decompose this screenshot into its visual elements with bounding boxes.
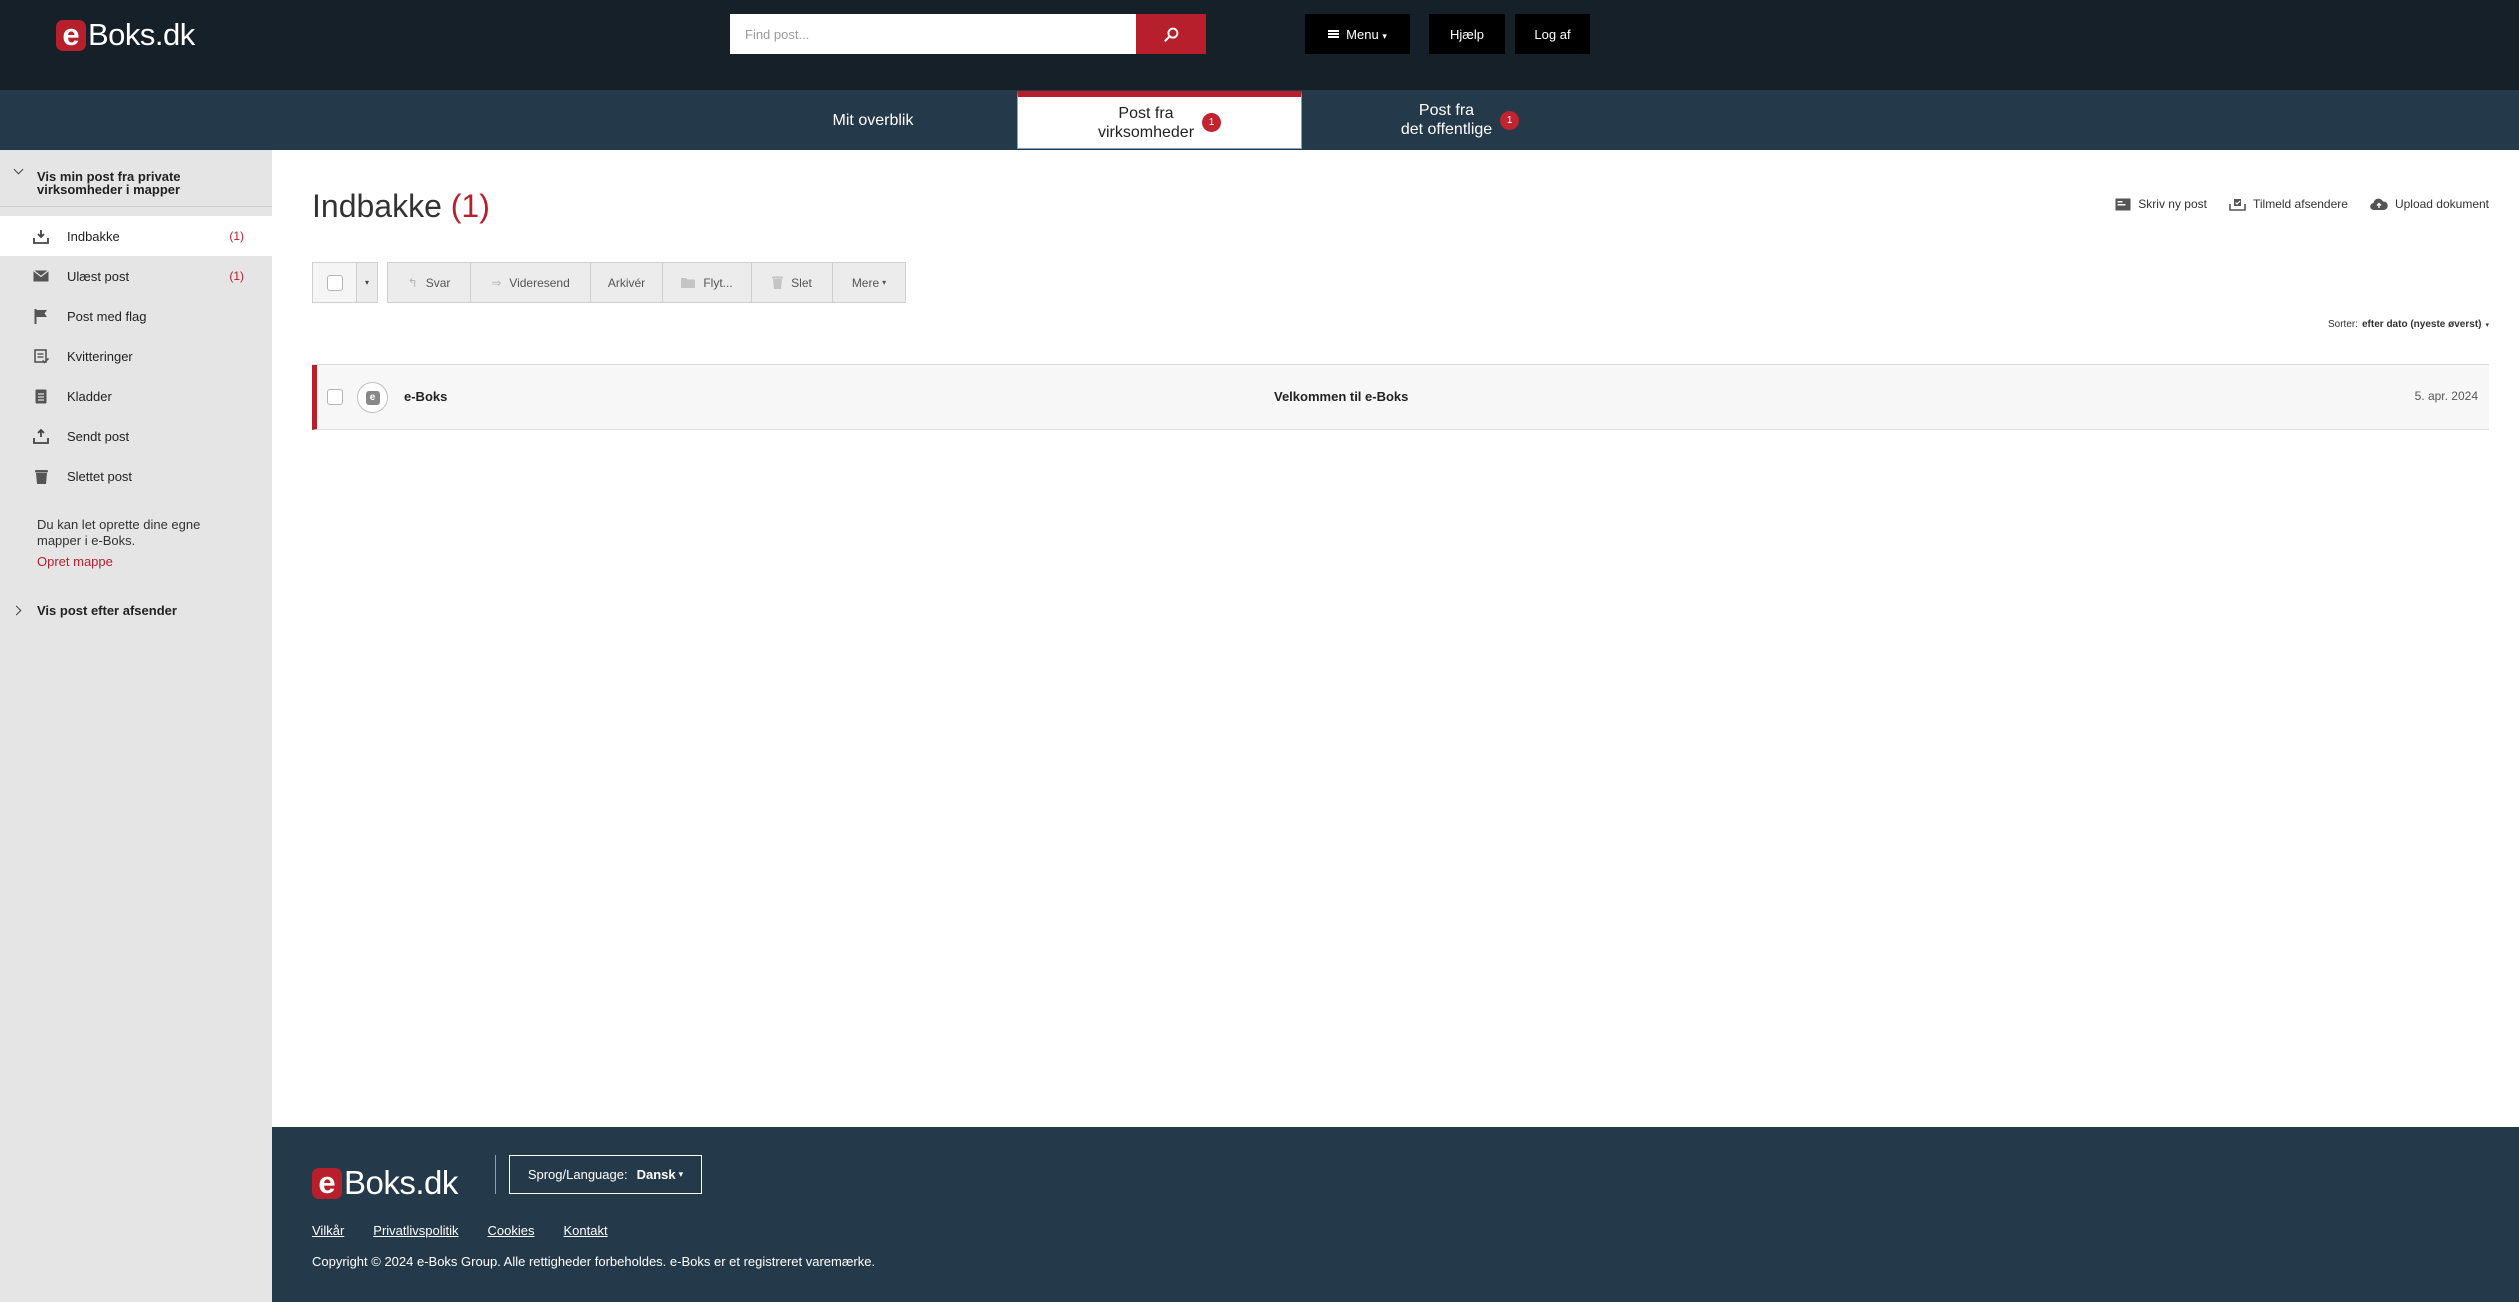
reply-button[interactable]: ↰ Svar [388, 263, 471, 302]
page-actions: Skriv ny post Tilmeld afsendere Upload d… [2115, 197, 2489, 211]
tab-post-fra-virksomheder[interactable]: Post fra virksomheder 1 [1017, 91, 1302, 149]
main-tabs: Mit overblik Post fra virksomheder 1 Post… [0, 90, 2519, 150]
eboks-logo[interactable]: e Boks.dk [56, 17, 195, 53]
sidebar-item-label: Post med flag [67, 308, 147, 324]
sender-avatar: e [357, 382, 388, 413]
subscribe-senders-button[interactable]: Tilmeld afsendere [2229, 197, 2348, 211]
select-options-dropdown[interactable]: ▾ [357, 263, 377, 302]
sidebar-item-count: (1) [229, 269, 244, 283]
flag-icon [32, 308, 50, 324]
search-input[interactable] [730, 14, 1136, 54]
sidebar-item-count: (1) [229, 229, 244, 243]
folder-note: Du kan let oprette dine egne mapper i e-… [37, 517, 201, 548]
trash-icon [772, 276, 784, 289]
sidebar-item-label: Indbakke [67, 228, 120, 244]
delete-button[interactable]: Slet [752, 263, 833, 302]
language-selector[interactable]: Sprog/Language: Dansk ▾ [509, 1155, 702, 1194]
message-checkbox[interactable] [327, 389, 343, 405]
help-button[interactable]: Hjælp [1429, 14, 1505, 54]
chevron-right-icon [11, 605, 22, 616]
tab-post-fra-det-offentlige[interactable]: Post fra det offentlige 1 [1380, 90, 1540, 150]
message-subject: Velkommen til e-Boks [1274, 389, 1409, 404]
logo-text: Boks.dk [88, 17, 195, 52]
sidebar-item-indbakke[interactable]: Indbakke (1) [0, 216, 272, 256]
search-icon [1163, 27, 1178, 42]
chevron-down-icon [13, 164, 24, 175]
footer-eboks-logo: e Boks.dk [312, 1164, 458, 1202]
message-row[interactable]: e e-Boks Velkommen til e-Boks 5. apr. 20… [312, 365, 2489, 430]
footer-link-vilkaar[interactable]: Vilkår [312, 1223, 344, 1238]
sidebar: Vis min post fra private virksomheder i … [0, 150, 272, 1302]
message-toolbar: ↰ Svar ⇒ Videresend Arkivér Flyt... Slet M… [387, 262, 906, 303]
search-button[interactable] [1136, 14, 1206, 54]
tab-mit-overblik[interactable]: Mit overblik [797, 90, 949, 150]
hamburger-icon [1328, 30, 1340, 38]
sidebar-item-label: Ulæst post [67, 268, 130, 284]
sidebar-item-label: Kvitteringer [67, 348, 133, 364]
select-all-checkbox[interactable] [326, 274, 343, 291]
sidebar-section-toggle[interactable]: Vis min post fra private virksomheder i … [0, 150, 272, 207]
menu-label: Menu ▾ [1346, 26, 1387, 42]
sidebar-item-kladder[interactable]: Kladder [0, 376, 272, 416]
menu-button[interactable]: Menu ▾ [1305, 14, 1410, 54]
create-folder-link[interactable]: Opret mappe [37, 554, 113, 569]
move-button[interactable]: Flyt... [663, 263, 752, 302]
page-title: Indbakke (1) [312, 188, 490, 224]
footer-link-cookies[interactable]: Cookies [488, 1223, 535, 1238]
sidebar-item-label: Kladder [67, 388, 112, 404]
footer-link-kontakt[interactable]: Kontakt [564, 1223, 608, 1238]
reply-icon: ↰ [407, 275, 418, 290]
compose-button[interactable]: Skriv ny post [2115, 197, 2207, 211]
sidebar-item-label: Slettet post [67, 468, 133, 484]
forward-arrow-icon: ⇒ [491, 275, 502, 290]
copyright-text: Copyright © 2024 e-Boks Group. Alle rett… [312, 1254, 876, 1269]
eboks-sender-icon: e [365, 390, 380, 405]
tab-label: Post fra virksomheder [1097, 104, 1195, 141]
footer: e Boks.dk Sprog/Language: Dansk ▾ Vilkår P… [272, 1127, 2519, 1302]
message-date: 5. apr. 2024 [2414, 389, 2478, 403]
logout-button[interactable]: Log af [1515, 14, 1590, 54]
sidebar-item-kvitteringer[interactable]: Kvitteringer [0, 336, 272, 376]
upload-document-button[interactable]: Upload dokument [2370, 197, 2489, 211]
footer-link-privatlivspolitik[interactable]: Privatlivspolitik [373, 1223, 458, 1238]
inbox-download-icon [32, 228, 50, 244]
logo-e-mark: e [312, 1165, 342, 1200]
top-header: e Boks.dk Menu ▾ Hjælp Log af [0, 0, 2519, 90]
message-sender: e-Boks [404, 389, 448, 404]
sidebar-section-title: Vis min post fra private virksomheder i … [37, 169, 181, 197]
footer-separator [495, 1155, 496, 1194]
unread-badge: 1 [1202, 113, 1222, 132]
sidebar-item-label: Sendt post [67, 428, 130, 444]
compose-icon [2115, 198, 2131, 210]
sidebar-item-post-med-flag[interactable]: Post med flag [0, 296, 272, 336]
subscribe-icon [2229, 198, 2246, 211]
folder-icon [681, 278, 696, 288]
sidebar-by-sender-toggle[interactable]: Vis post efter afsender [37, 603, 177, 618]
outbox-upload-icon [32, 428, 50, 444]
tab-label: Post fra det offentlige [1400, 102, 1493, 138]
draft-icon [32, 388, 50, 404]
tab-label: Mit overblik [832, 111, 914, 129]
receipt-icon [32, 348, 50, 364]
forward-button[interactable]: ⇒ Videresend [471, 263, 591, 302]
page-title-count: (1) [450, 188, 490, 224]
logo-text: Boks.dk [344, 1164, 458, 1201]
unread-badge: 1 [1500, 110, 1520, 130]
sort-dropdown[interactable]: Sorter: efter dato (nyeste øverst) ▾ [2328, 319, 2489, 330]
footer-links: Vilkår Privatlivspolitik Cookies Kontakt [312, 1223, 608, 1238]
trash-icon [32, 468, 50, 484]
select-all-control: ▾ [312, 262, 378, 303]
sidebar-item-slettet-post[interactable]: Slettet post [0, 456, 272, 496]
sidebar-item-ulaest-post[interactable]: Ulæst post (1) [0, 256, 272, 296]
archive-button[interactable]: Arkivér [591, 263, 663, 302]
search-bar [730, 14, 1206, 54]
sidebar-item-sendt-post[interactable]: Sendt post [0, 416, 272, 456]
logo-e-mark: e [56, 17, 86, 52]
more-dropdown[interactable]: Mere ▾ [833, 263, 905, 302]
cloud-upload-icon [2370, 198, 2388, 210]
envelope-icon [32, 268, 50, 284]
